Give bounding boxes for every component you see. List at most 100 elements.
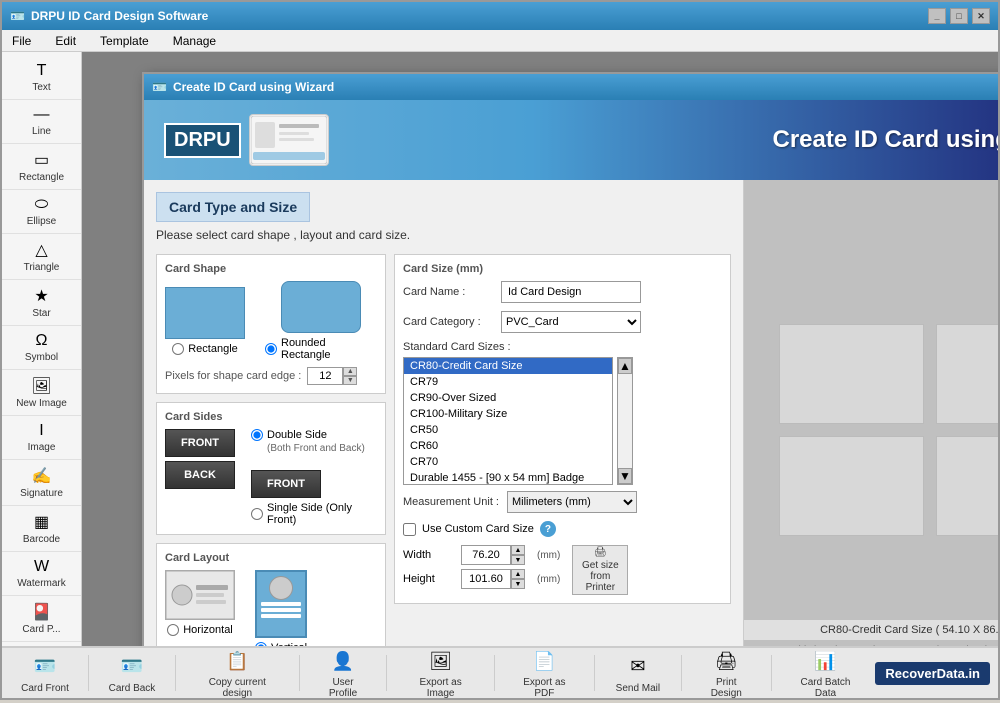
height-up-button[interactable]: ▲ (511, 569, 525, 579)
export-image-label: Export as Image (405, 677, 476, 699)
size-cr100[interactable]: CR100-Military Size (404, 406, 612, 422)
card-layout-title: Card Layout (165, 552, 377, 564)
single-side-radio[interactable] (251, 508, 263, 520)
horizontal-radio[interactable] (167, 624, 179, 636)
horizontal-radio-label[interactable]: Horizontal (167, 624, 233, 636)
rounded-radio-label[interactable]: Rounded Rectangle (265, 337, 377, 361)
separator-5 (494, 655, 495, 691)
sidebar-item-triangle[interactable]: △ Triangle (2, 234, 81, 280)
width-input[interactable] (461, 545, 511, 565)
pixel-edge-down-button[interactable]: ▼ (343, 376, 357, 385)
sidebar-item-barcode[interactable]: ▦ Barcode (2, 506, 81, 552)
user-profile-button[interactable]: 👤 User Profile (308, 643, 379, 703)
scrollbar-up[interactable]: ▲ (618, 358, 632, 374)
watermark-icon: W (34, 558, 49, 576)
measurement-select[interactable]: Milimeters (mm) (507, 491, 637, 513)
card-name-input[interactable] (501, 281, 641, 303)
custom-size-label: Use Custom Card Size (422, 523, 534, 535)
card-name-label: Card Name : (403, 286, 493, 298)
size-cr90[interactable]: CR90-Over Sized (404, 390, 612, 406)
maximize-button[interactable]: □ (950, 8, 968, 24)
double-side-radio[interactable] (251, 429, 263, 441)
dimensions-container: Width ▲ ▼ (403, 545, 722, 595)
card-category-select[interactable]: PVC_Card (501, 311, 641, 333)
sidebar-item-symbol[interactable]: Ω Symbol (2, 326, 81, 370)
size-cr80[interactable]: CR80-Credit Card Size (404, 358, 612, 374)
ellipse-icon: ⬭ (35, 196, 49, 214)
size-durable-1455[interactable]: Durable 1455 - [90 x 54 mm] Badge (404, 470, 612, 485)
back-button[interactable]: BACK (165, 461, 235, 489)
size-cr50[interactable]: CR50 (404, 422, 612, 438)
sidebar-item-signature[interactable]: ✍ Signature (2, 460, 81, 506)
card-batch-button[interactable]: 📊 Card Batch Data (780, 643, 872, 703)
sidebar-item-watermark[interactable]: W Watermark (2, 552, 81, 596)
sidebar-item-new-image[interactable]: 🖼 New Image (2, 370, 81, 416)
pixel-edge-up-button[interactable]: ▲ (343, 367, 357, 376)
scrollbar-down[interactable]: ▼ (618, 468, 632, 484)
vertical-layout-preview (255, 570, 307, 638)
sidebar-item-image[interactable]: I Image (2, 416, 81, 460)
rectangle-radio[interactable] (172, 343, 184, 355)
vertical-radio-label[interactable]: Vertical (255, 642, 307, 646)
help-circle-icon[interactable]: ? (540, 521, 556, 537)
export-pdf-button[interactable]: 📄 Export as PDF (503, 643, 586, 703)
menu-manage[interactable]: Manage (167, 32, 222, 50)
symbol-icon: Ω (36, 332, 48, 350)
front-button[interactable]: FRONT (165, 429, 235, 457)
vertical-label: Vertical (271, 642, 307, 646)
sidebar-item-card-p[interactable]: 🎴 Card P... (2, 596, 81, 642)
print-design-button[interactable]: 🖨 Print Design (690, 643, 763, 703)
menu-edit[interactable]: Edit (49, 32, 82, 50)
export-image-button[interactable]: 🖼 Export as Image (395, 643, 486, 703)
rounded-rectangle-radio[interactable] (265, 343, 277, 355)
card-batch-label: Card Batch Data (790, 677, 862, 699)
menu-bar: File Edit Template Manage (2, 30, 998, 52)
standard-sizes-list[interactable]: CR80-Credit Card Size CR79 CR90-Over Siz… (403, 357, 613, 485)
height-spinner[interactable]: ▲ ▼ (461, 569, 525, 589)
pixel-edge-input[interactable] (307, 367, 343, 385)
menu-file[interactable]: File (6, 32, 37, 50)
width-spinner[interactable]: ▲ ▼ (461, 545, 525, 565)
sidebar-item-star[interactable]: ★ Star (2, 280, 81, 326)
width-up-button[interactable]: ▲ (511, 545, 525, 555)
rectangle-radio-label[interactable]: Rectangle (172, 343, 238, 355)
sidebar-signature-label: Signature (20, 488, 63, 499)
width-down-button[interactable]: ▼ (511, 555, 525, 565)
dialog-icon: 🪪 (152, 80, 167, 94)
wizard-header: DRPU (144, 100, 998, 180)
double-side-label: Double Side (267, 429, 327, 441)
size-cr70[interactable]: CR70 (404, 454, 612, 470)
height-input[interactable] (461, 569, 511, 589)
sidebar-item-rectangle[interactable]: ▭ Rectangle (2, 144, 81, 190)
double-side-radio-label[interactable]: Double Side (251, 429, 377, 441)
menu-template[interactable]: Template (94, 32, 155, 50)
sidebar-item-text[interactable]: T Text (2, 56, 81, 100)
card-front-button[interactable]: 🪪 Card Front (10, 649, 80, 698)
print-design-icon: 🖨 (712, 647, 740, 675)
close-button[interactable]: ✕ (972, 8, 990, 24)
custom-size-checkbox[interactable] (403, 523, 416, 536)
pixel-edge-spinner[interactable]: ▲ ▼ (307, 367, 357, 385)
pixel-edge-label: Pixels for shape card edge : (165, 370, 301, 382)
card-category-label: Card Category : (403, 316, 493, 328)
sidebar-item-line[interactable]: — Line (2, 100, 81, 144)
minimize-button[interactable]: _ (928, 8, 946, 24)
single-front-button[interactable]: FRONT (251, 470, 321, 498)
line-3 (261, 614, 301, 618)
rectangle-preview (165, 287, 245, 339)
card-back-button[interactable]: 🪪 Card Back (97, 649, 167, 698)
vertical-radio[interactable] (255, 642, 267, 646)
size-cr60[interactable]: CR60 (404, 438, 612, 454)
sidebar-star-label: Star (32, 308, 50, 319)
sidebar-item-ellipse[interactable]: ⬭ Ellipse (2, 190, 81, 234)
copy-design-button[interactable]: 📋 Copy current design (184, 643, 291, 703)
card-sides-content: FRONT BACK Double Side (165, 429, 377, 526)
double-side-option: Double Side (Both Front and Back) (251, 429, 377, 454)
card-sides-section: Card Sides FRONT BACK (156, 402, 386, 535)
single-side-radio-label[interactable]: Single Side (Only Front) (251, 502, 377, 526)
send-mail-button[interactable]: ✉ Send Mail (603, 649, 673, 698)
single-side-container: FRONT Single Side (Only Front) (251, 470, 377, 526)
height-down-button[interactable]: ▼ (511, 579, 525, 589)
get-size-button[interactable]: 🖨 Get size from Printer (572, 545, 628, 595)
size-cr79[interactable]: CR79 (404, 374, 612, 390)
